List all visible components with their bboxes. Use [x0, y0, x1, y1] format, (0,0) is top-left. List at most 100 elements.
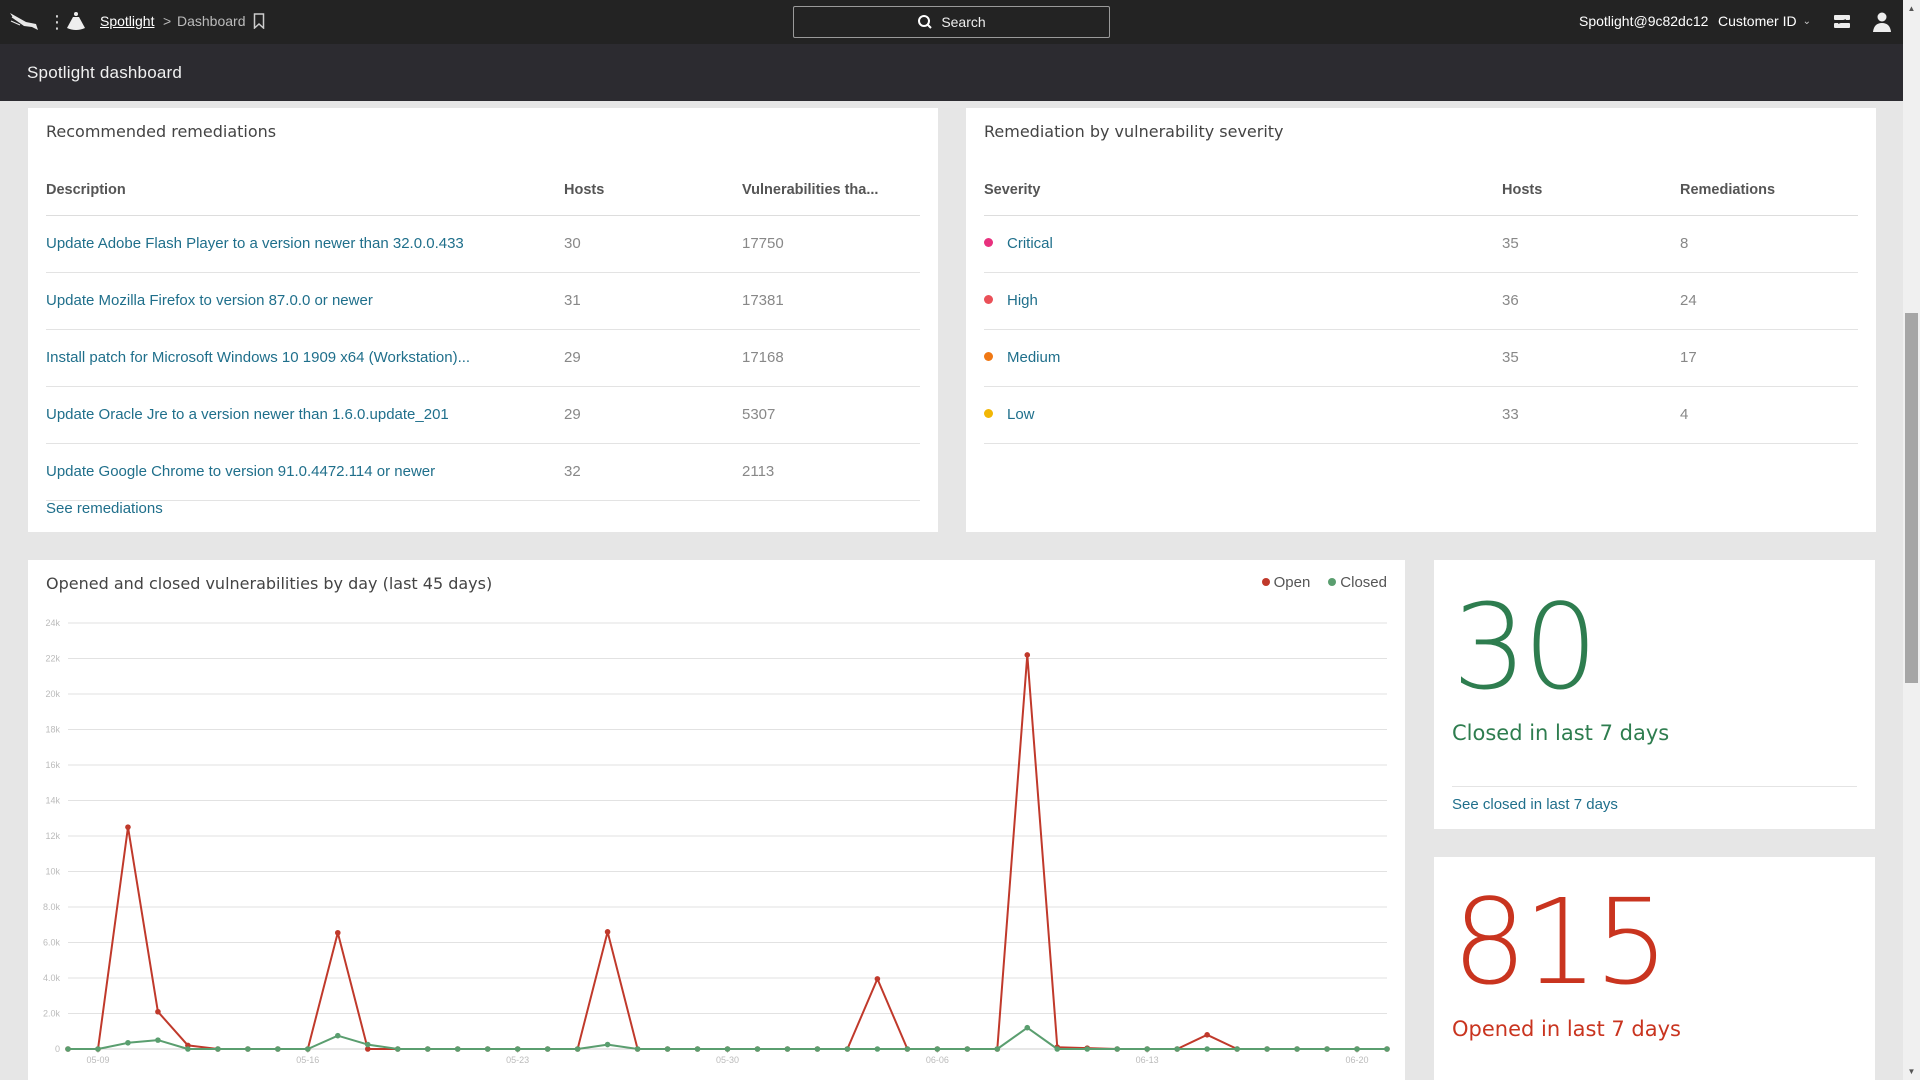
data-point-closed: [754, 1046, 761, 1052]
data-point-closed: [424, 1046, 431, 1052]
severity-dot-icon: [984, 352, 993, 361]
x-tick-label: 05-09: [86, 1055, 109, 1065]
data-point-closed: [1264, 1046, 1270, 1052]
data-point-closed: [334, 1032, 341, 1039]
hosts-count: 36: [1502, 272, 1680, 330]
remediation-description-link[interactable]: Install patch for Microsoft Windows 10 1…: [46, 329, 564, 387]
remediations-count: 17: [1680, 329, 1858, 387]
severity-link[interactable]: Medium: [984, 329, 1502, 387]
opened-last-7-days-card: 815 Opened in last 7 days: [1434, 857, 1875, 1080]
data-point-closed: [634, 1046, 641, 1052]
data-point-closed: [994, 1046, 1001, 1052]
data-point-open: [874, 976, 881, 982]
data-point-closed: [1234, 1046, 1240, 1052]
severity-dot-icon: [984, 295, 993, 304]
data-point-closed: [1174, 1046, 1180, 1052]
chevron-down-icon: ⌄: [1802, 15, 1811, 27]
severity-link[interactable]: High: [984, 272, 1502, 330]
data-point-closed: [814, 1046, 821, 1052]
closed-last-7-days-card: 30 Closed in last 7 days See closed in l…: [1434, 560, 1875, 829]
remediations-count: 4: [1680, 386, 1858, 444]
data-point-closed: [664, 1046, 671, 1052]
bookmark-icon[interactable]: [253, 13, 265, 29]
opened-label: Opened in last 7 days: [1452, 1017, 1681, 1041]
scrollbar-thumb[interactable]: [1905, 313, 1918, 683]
data-point-closed: [125, 1039, 131, 1046]
remediation-description-link[interactable]: Update Mozilla Firefox to version 87.0.0…: [46, 272, 564, 330]
hosts-count: 33: [1502, 386, 1680, 444]
column-header-description[interactable]: Description: [46, 166, 564, 216]
data-point-open: [604, 929, 611, 935]
column-header-severity[interactable]: Severity: [984, 166, 1502, 216]
table-row: Critical 35 8: [984, 215, 1858, 273]
user-account-name[interactable]: Spotlight@9c82dc12: [1579, 13, 1708, 29]
page-scrollbar[interactable]: ▲ ▼: [1903, 0, 1920, 1080]
vulnerabilities-count: 17381: [742, 272, 920, 330]
y-tick-label: 12k: [45, 831, 60, 841]
data-point-closed: [1384, 1046, 1390, 1052]
data-point-closed: [95, 1046, 101, 1052]
falcon-logo-icon[interactable]: [8, 10, 40, 34]
x-tick-label: 06-06: [926, 1055, 949, 1065]
remediation-description-link[interactable]: Update Google Chrome to version 91.0.447…: [46, 443, 564, 501]
y-tick-label: 6.0k: [43, 938, 61, 948]
line-chart: 0 2.0k 4.0k 6.0k 8.0k 10k 12k 14k 16k 18k 20k 22k 24…: [43, 618, 1390, 1065]
hosts-count: 35: [1502, 329, 1680, 387]
severity-link[interactable]: Critical: [984, 215, 1502, 273]
closed-count: 30: [1452, 578, 1598, 716]
vulnerabilities-count: 2113: [742, 443, 920, 501]
data-point-closed: [934, 1046, 941, 1052]
see-remediations-link[interactable]: See remediations: [46, 500, 163, 517]
card-title: Recommended remediations: [46, 122, 277, 141]
y-tick-label: 20k: [45, 689, 60, 699]
customer-id-label: Customer ID: [1718, 13, 1797, 29]
user-icon[interactable]: [1871, 11, 1893, 33]
data-point-closed: [724, 1046, 731, 1052]
remediation-description-link[interactable]: Update Oracle Jre to a version newer tha…: [46, 386, 564, 444]
y-tick-label: 4.0k: [43, 973, 61, 983]
table-header-row: Description Hosts Vulnerabilities tha...: [46, 166, 920, 216]
severity-label: High: [1007, 292, 1038, 309]
remediation-description-link[interactable]: Update Adobe Flash Player to a version n…: [46, 215, 564, 273]
x-tick-label: 06-20: [1346, 1055, 1369, 1065]
data-point-closed: [514, 1046, 521, 1052]
data-point-closed: [305, 1046, 311, 1052]
data-point-closed: [1054, 1046, 1061, 1052]
column-header-vulnerabilities[interactable]: Vulnerabilities tha...: [742, 166, 920, 216]
scroll-up-arrow-icon[interactable]: ▲: [1903, 0, 1920, 17]
remediations-count: 24: [1680, 272, 1858, 330]
scroll-down-arrow-icon[interactable]: ▼: [1903, 1063, 1920, 1080]
severity-label: Medium: [1007, 349, 1061, 366]
x-tick-label: 05-30: [716, 1055, 739, 1065]
hosts-count: 32: [564, 443, 742, 501]
see-closed-link[interactable]: See closed in last 7 days: [1452, 796, 1618, 813]
hosts-count: 30: [564, 215, 742, 273]
data-point-closed: [784, 1046, 791, 1052]
breadcrumb-app-link[interactable]: Spotlight: [100, 13, 154, 29]
data-point-closed: [574, 1046, 581, 1052]
data-point-closed: [1294, 1046, 1300, 1052]
x-tick-label: 05-23: [506, 1055, 529, 1065]
search-icon: [918, 15, 933, 29]
y-tick-label: 16k: [45, 760, 60, 770]
remediations-count: 8: [1680, 215, 1858, 273]
x-tick-label: 06-13: [1136, 1055, 1159, 1065]
column-header-remediations[interactable]: Remediations: [1680, 166, 1858, 216]
data-point-closed: [1204, 1046, 1210, 1052]
column-header-hosts[interactable]: Hosts: [1502, 166, 1680, 216]
customer-id-dropdown[interactable]: Customer ID ⌄: [1718, 13, 1811, 29]
data-point-closed: [185, 1046, 191, 1052]
data-point-closed: [874, 1046, 881, 1052]
search-button[interactable]: Search: [793, 6, 1110, 38]
x-tick-label: 05-16: [296, 1055, 319, 1065]
severity-link[interactable]: Low: [984, 386, 1502, 444]
data-point-closed: [364, 1041, 371, 1048]
card-title: Remediation by vulnerability severity: [984, 122, 1284, 141]
opened-count: 815: [1452, 873, 1669, 1011]
column-header-hosts[interactable]: Hosts: [564, 166, 742, 216]
table-row: High 36 24: [984, 272, 1858, 330]
spotlight-app-icon[interactable]: [64, 10, 88, 34]
opened-closed-chart-card: Opened and closed vulnerabilities by day…: [28, 560, 1405, 1080]
stack-icon[interactable]: [1832, 12, 1852, 32]
data-point-open: [334, 929, 341, 936]
